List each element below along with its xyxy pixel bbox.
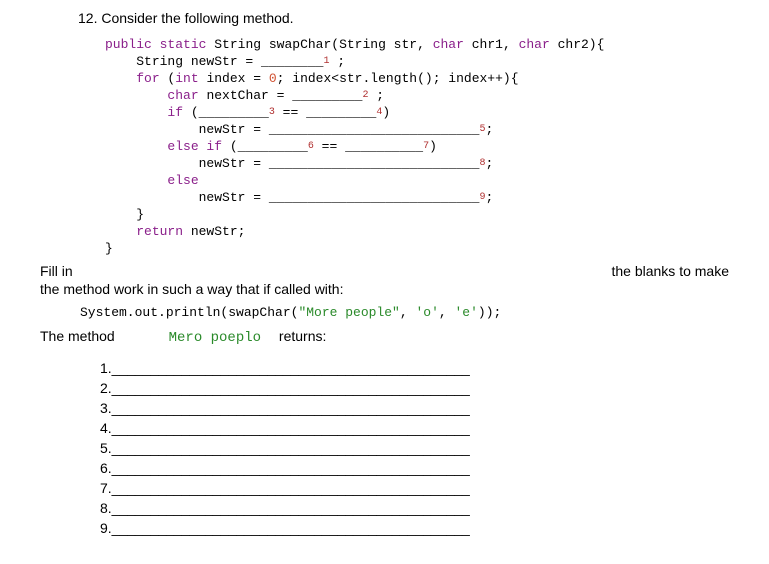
t: } xyxy=(136,207,144,222)
returns-left: The method xyxy=(40,328,115,344)
t: newStr; xyxy=(183,224,245,239)
num: 0 xyxy=(269,71,277,86)
t: ; xyxy=(486,190,494,205)
t: } xyxy=(105,241,113,256)
kw-if: if xyxy=(167,105,183,120)
t: ; index<str.length(); index++){ xyxy=(277,71,519,86)
fillin-left: Fill in xyxy=(40,263,73,279)
t: String newStr = xyxy=(136,54,261,69)
code-block: public static String swapChar(String str… xyxy=(40,36,729,257)
t: , xyxy=(439,305,455,320)
blank-1-line: ________ xyxy=(261,54,323,69)
t: ( xyxy=(160,71,176,86)
answer-1: 1.______________________________________… xyxy=(100,360,729,376)
t: )); xyxy=(478,305,501,320)
t: ( xyxy=(183,105,199,120)
blank-8-line: ___________________________ xyxy=(269,156,480,171)
kw-else-if: else if xyxy=(167,139,222,154)
blank-5-line: ___________________________ xyxy=(269,122,480,137)
return-value: Mero poeplo xyxy=(169,330,261,346)
answer-7: 7.______________________________________… xyxy=(100,480,729,496)
str-literal: "More people" xyxy=(298,305,399,320)
page-content: 12. Consider the following method. publi… xyxy=(0,0,769,560)
char-literal: 'o' xyxy=(415,305,438,320)
t: == xyxy=(275,105,306,120)
t: newStr = xyxy=(199,190,269,205)
answer-4: 4.______________________________________… xyxy=(100,420,729,436)
returns-right: returns: xyxy=(279,328,326,344)
char-literal: 'e' xyxy=(454,305,477,320)
t: ; xyxy=(329,54,345,69)
answer-8: 8.______________________________________… xyxy=(100,500,729,516)
t: ) xyxy=(429,139,437,154)
answer-9: 9.______________________________________… xyxy=(100,520,729,536)
t: ) xyxy=(382,105,390,120)
t: newStr = xyxy=(199,122,269,137)
answer-6: 6.______________________________________… xyxy=(100,460,729,476)
answer-2: 2.______________________________________… xyxy=(100,380,729,396)
t: ; xyxy=(486,122,494,137)
blank-7-line: __________ xyxy=(345,139,423,154)
t: newStr = xyxy=(199,156,269,171)
call-line: System.out.println(swapChar("More people… xyxy=(40,305,729,320)
t: System.out.println(swapChar( xyxy=(80,305,298,320)
type-string: String xyxy=(214,37,261,52)
t: swapChar(String str, xyxy=(269,37,425,52)
t: , xyxy=(400,305,416,320)
t: chr1, xyxy=(472,37,511,52)
answer-blanks: 1.______________________________________… xyxy=(40,360,729,536)
t: ; xyxy=(369,88,385,103)
kw-char: char xyxy=(433,37,464,52)
kw-char: char xyxy=(519,37,550,52)
t: ( xyxy=(222,139,238,154)
t: == xyxy=(314,139,345,154)
fillin-right: the blanks to make xyxy=(611,263,729,279)
question-prompt: 12. Consider the following method. xyxy=(40,10,729,26)
kw-int: int xyxy=(175,71,198,86)
blank-9-line: ___________________________ xyxy=(269,190,480,205)
kw-public-static: public static xyxy=(105,37,206,52)
kw-return: return xyxy=(136,224,183,239)
t: index = xyxy=(199,71,269,86)
returns-line: The method Mero poeplo returns: xyxy=(40,328,729,346)
answer-3: 3.______________________________________… xyxy=(100,400,729,416)
kw-else: else xyxy=(167,173,198,188)
answer-5: 5.______________________________________… xyxy=(100,440,729,456)
blank-6-line: _________ xyxy=(238,139,308,154)
fillin-line2: the method work in such a way that if ca… xyxy=(40,281,729,297)
t: chr2){ xyxy=(558,37,605,52)
kw-for: for xyxy=(136,71,159,86)
blank-2-line: _________ xyxy=(292,88,362,103)
kw-char: char xyxy=(167,88,198,103)
t: ; xyxy=(486,156,494,171)
t: nextChar = xyxy=(199,88,293,103)
blank-3-line: _________ xyxy=(199,105,269,120)
blank-4-line: _________ xyxy=(306,105,376,120)
fillin-line: Fill in the blanks to make xyxy=(40,263,729,279)
